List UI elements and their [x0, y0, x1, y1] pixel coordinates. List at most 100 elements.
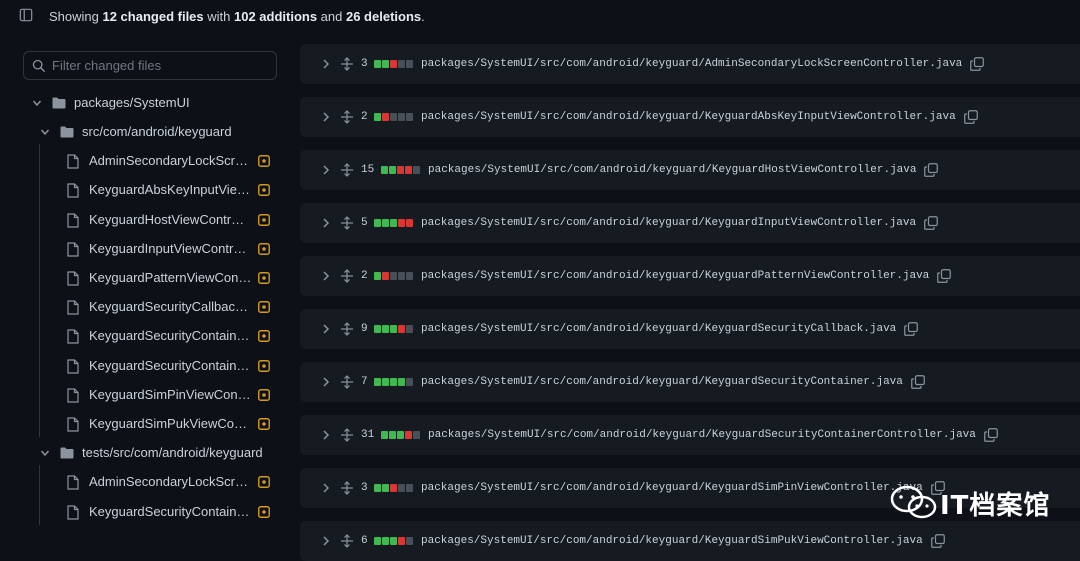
expand-lines-icon[interactable] — [340, 57, 354, 71]
diff-file-header[interactable]: 7 packages/SystemUI/src/com/android/keygu… — [300, 362, 1080, 402]
diff-file-path[interactable]: packages/SystemUI/src/com/android/keygua… — [428, 163, 916, 177]
tree-file[interactable]: KeyguardHostViewContr… — [0, 208, 280, 232]
folder-icon — [60, 447, 74, 459]
diff-file-header[interactable]: 15 packages/SystemUI/src/com/android/keyg… — [300, 150, 1080, 190]
changes-count: 3 — [361, 58, 368, 70]
diff-file-header[interactable]: 31 packages/SystemUI/src/com/android/keyg… — [300, 415, 1080, 455]
file-modified-icon — [258, 418, 270, 430]
diff-file-path[interactable]: packages/SystemUI/src/com/android/keygua… — [421, 216, 916, 230]
expand-lines-icon[interactable] — [340, 534, 354, 548]
chevron-right-icon[interactable] — [321, 482, 331, 494]
copy-path-icon[interactable] — [983, 428, 998, 442]
diff-file-header[interactable]: 9 packages/SystemUI/src/com/android/keygu… — [300, 309, 1080, 349]
expand-lines-icon[interactable] — [340, 322, 354, 336]
diff-file-path[interactable]: packages/SystemUI/src/com/android/keygua… — [421, 375, 903, 389]
diffstat-bars — [374, 325, 413, 333]
diff-file-header[interactable]: 2 packages/SystemUI/src/com/android/keygu… — [300, 256, 1080, 296]
diffstat-block-added — [381, 166, 388, 174]
diff-file-path[interactable]: packages/SystemUI/src/com/android/keygua… — [421, 481, 923, 495]
tree-folder[interactable]: tests/src/com/android/keyguard — [0, 441, 280, 465]
diff-file-header[interactable]: 6 packages/SystemUI/src/com/android/keygu… — [300, 521, 1080, 561]
diffstat-block-neutral — [413, 431, 420, 439]
chevron-right-icon[interactable] — [321, 323, 331, 335]
chevron-right-icon[interactable] — [321, 535, 331, 547]
diffstat-block-added — [390, 537, 397, 545]
copy-path-icon[interactable] — [904, 322, 919, 336]
diff-file-path[interactable]: packages/SystemUI/src/com/android/keygua… — [421, 110, 956, 124]
tree-file[interactable]: KeyguardSecurityCallbac… — [0, 295, 280, 319]
expand-lines-icon[interactable] — [340, 110, 354, 124]
tree-file[interactable]: KeyguardPatternViewCon… — [0, 266, 280, 290]
chevron-right-icon[interactable] — [321, 58, 331, 70]
tree-file[interactable]: KeyguardAbsKeyInputVie… — [0, 178, 280, 202]
tree-file[interactable]: KeyguardSecurityContain… — [0, 500, 280, 524]
diffstat-block-added — [382, 60, 389, 68]
chevron-right-icon[interactable] — [321, 164, 331, 176]
tree-file-label: KeyguardSecurityCallbac… — [89, 299, 248, 315]
sidebar-toggle-icon[interactable] — [19, 8, 33, 22]
tree-file[interactable]: AdminSecondaryLockScr… — [0, 470, 280, 494]
expand-lines-icon[interactable] — [340, 269, 354, 283]
file-icon — [67, 242, 79, 257]
copy-path-icon[interactable] — [963, 110, 978, 124]
diff-file-path[interactable]: packages/SystemUI/src/com/android/keygua… — [421, 57, 962, 71]
chevron-right-icon[interactable] — [321, 429, 331, 441]
diff-file-path[interactable]: packages/SystemUI/src/com/android/keygua… — [421, 322, 896, 336]
chevron-right-icon[interactable] — [321, 111, 331, 123]
diffstat-block-deleted — [382, 113, 389, 121]
file-modified-icon — [258, 505, 270, 518]
file-modified-icon — [258, 213, 270, 226]
folder-icon — [60, 126, 74, 138]
chevron-down-icon — [40, 450, 50, 457]
tree-file[interactable]: KeyguardSimPinViewCon… — [0, 383, 280, 407]
tree-file-label: KeyguardInputViewContr… — [89, 240, 247, 256]
chevron-right-icon[interactable] — [321, 217, 331, 229]
tree-folder-root[interactable]: packages/SystemUI — [0, 91, 280, 115]
tree-file[interactable]: KeyguardSecurityContain… — [0, 324, 280, 348]
copy-path-icon[interactable] — [924, 216, 938, 230]
diffstat-block-added — [382, 219, 389, 227]
tree-file-label: KeyguardHostViewContr… — [89, 211, 245, 227]
tree-file[interactable]: AdminSecondaryLockScr… — [0, 149, 280, 173]
diff-file-path[interactable]: packages/SystemUI/src/com/android/keygua… — [421, 534, 923, 548]
copy-path-icon[interactable] — [937, 269, 952, 283]
chevron-right-icon[interactable] — [321, 270, 331, 282]
chevron-right-icon[interactable] — [321, 376, 331, 388]
copy-path-icon[interactable] — [970, 57, 985, 71]
diffstat-bars — [374, 537, 413, 545]
changes-count: 15 — [361, 164, 375, 176]
diffstat-block-neutral — [398, 60, 405, 68]
expand-lines-icon[interactable] — [340, 216, 354, 230]
expand-lines-icon[interactable] — [340, 375, 354, 389]
expand-lines-icon[interactable] — [340, 481, 354, 495]
expand-lines-icon[interactable] — [340, 163, 354, 177]
diff-file-header[interactable]: 3 packages/SystemUI/src/com/android/keygu… — [300, 44, 1080, 84]
diff-file-header[interactable]: 2 packages/SystemUI/src/com/android/keygu… — [300, 97, 1080, 137]
changes-count: 2 — [361, 270, 368, 282]
diffstat-block-deleted — [398, 325, 405, 333]
diffstat-block-added — [390, 378, 397, 386]
diffstat-block-added — [398, 378, 405, 386]
diff-file-header[interactable]: 5 packages/SystemUI/src/com/android/keygu… — [300, 203, 1080, 243]
tree-file[interactable]: KeyguardInputViewContr… — [0, 237, 280, 261]
diff-file-path[interactable]: packages/SystemUI/src/com/android/keygua… — [428, 428, 976, 442]
diffstat-block-added — [374, 378, 381, 386]
tree-folder[interactable]: src/com/android/keyguard — [0, 120, 280, 144]
changes-count: 3 — [361, 482, 368, 494]
filter-files-box — [23, 51, 277, 80]
file-modified-icon — [258, 301, 270, 314]
tree-file[interactable]: KeyguardSimPukViewCo… — [0, 412, 280, 436]
copy-path-icon[interactable] — [924, 163, 939, 177]
diffstat-block-deleted — [398, 537, 405, 545]
additions-count: 102 additions — [233, 9, 318, 24]
filter-files-input[interactable] — [52, 52, 272, 79]
diffstat-block-deleted — [390, 60, 397, 68]
copy-path-icon[interactable] — [930, 534, 945, 548]
expand-lines-icon[interactable] — [340, 428, 354, 442]
tree-file[interactable]: KeyguardSecurityContain… — [0, 354, 280, 378]
copy-path-icon[interactable] — [910, 375, 925, 389]
diff-summary-text: Showing 12 changed files with 102 additi… — [49, 9, 425, 24]
tree-file-label: KeyguardAbsKeyInputVie… — [89, 182, 250, 198]
diff-file-path[interactable]: packages/SystemUI/src/com/android/keygua… — [421, 269, 929, 283]
diff-summary-bar: Showing 12 changed files with 102 additi… — [0, 0, 1080, 34]
